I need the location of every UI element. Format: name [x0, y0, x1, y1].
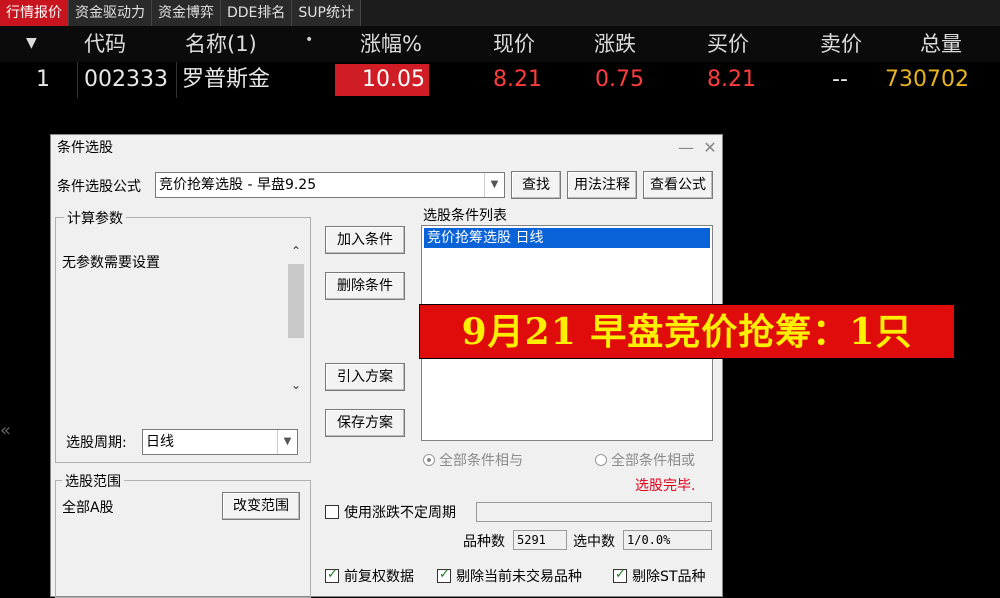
range-group-label: 选股范围 — [62, 471, 124, 491]
headline-banner: 9月21 早盘竞价抢筹：1只 — [419, 304, 955, 359]
selected-field: 1/0.0% — [623, 530, 712, 550]
delete-condition-button[interactable]: 删除条件 — [325, 272, 405, 300]
column-divider — [176, 62, 177, 98]
status-text: 选股完毕. — [635, 478, 696, 494]
params-text: 无参数需要设置 — [62, 255, 160, 271]
radio-and-label: 全部条件相与 — [439, 453, 523, 469]
row-code: 002333 — [84, 67, 168, 92]
market-tab-bar: 行情报价 资金驱动力 资金博弈 DDE排名 SUP统计 — [0, 0, 1000, 26]
save-scheme-button[interactable]: 保存方案 — [325, 409, 405, 437]
formula-label: 条件选股公式 — [57, 179, 141, 195]
adjust-label: 前复权数据 — [344, 569, 414, 585]
header-ask[interactable]: 卖价 — [820, 26, 862, 62]
header-code[interactable]: 代码 — [84, 26, 126, 62]
radio-all-and[interactable]: 全部条件相与 — [423, 450, 523, 470]
table-row[interactable]: 1 002333 罗普斯金 10.05 8.21 0.75 8.21 -- 73… — [0, 62, 1000, 98]
dialog-title: 条件选股 — [51, 135, 722, 161]
period-label: 选股周期: — [66, 435, 127, 451]
collapse-left-icon[interactable]: « — [0, 420, 11, 441]
radio-all-or[interactable]: 全部条件相或 — [595, 450, 695, 470]
header-change-pct[interactable]: 涨幅% — [360, 26, 422, 62]
count-field: 5291 — [513, 530, 567, 550]
checkbox-checked-icon — [437, 567, 451, 583]
selected-label: 选中数 — [573, 534, 615, 550]
row-price: 8.21 — [493, 67, 542, 92]
row-name: 罗普斯金 — [182, 67, 271, 92]
condition-list-label: 选股条件列表 — [423, 208, 507, 224]
header-volume[interactable]: 总量 — [920, 26, 962, 62]
checkbox-checked-icon — [325, 567, 339, 583]
period-value: 日线 — [146, 434, 174, 450]
header-dot-icon: • — [305, 32, 314, 48]
import-scheme-button[interactable]: 引入方案 — [325, 363, 405, 391]
row-change-pct: 10.05 — [335, 64, 429, 96]
variable-period-field[interactable] — [476, 502, 712, 522]
row-change: 0.75 — [595, 67, 644, 92]
variable-period-checkbox[interactable]: 使用涨跌不定周期 — [325, 502, 456, 522]
view-formula-button[interactable]: 查看公式 — [643, 171, 713, 199]
tab-fund-driver[interactable]: 资金驱动力 — [69, 0, 152, 26]
radio-empty-icon — [595, 454, 607, 466]
params-group: 计算参数 无参数需要设置 ⌃ ⌄ 选股周期: 日线 ▼ — [55, 208, 311, 463]
row-volume: 730702 — [885, 67, 969, 92]
tab-dde-rank[interactable]: DDE排名 — [221, 0, 293, 26]
params-group-label: 计算参数 — [64, 208, 126, 228]
row-bid: 8.21 — [707, 67, 756, 92]
range-value: 全部A股 — [62, 500, 114, 516]
count-label: 品种数 — [463, 534, 505, 550]
add-condition-button[interactable]: 加入条件 — [325, 226, 405, 254]
scroll-thumb[interactable] — [288, 264, 304, 338]
tab-fund-game[interactable]: 资金博弈 — [152, 0, 221, 26]
chevron-down-icon[interactable]: ▼ — [277, 430, 297, 454]
radio-or-label: 全部条件相或 — [611, 453, 695, 469]
quote-table: ▼ 代码 名称(1) • 涨幅% 现价 涨跌 买价 卖价 总量 1 002333… — [0, 26, 1000, 98]
row-ask: -- — [832, 67, 848, 92]
header-name[interactable]: 名称(1) — [185, 26, 257, 62]
sort-down-icon[interactable]: ▼ — [26, 26, 37, 62]
usage-notes-button[interactable]: 用法注释 — [567, 171, 637, 199]
tab-quotes[interactable]: 行情报价 — [0, 0, 69, 26]
exclude-untraded-label: 剔除当前未交易品种 — [456, 569, 582, 585]
radio-selected-icon — [423, 454, 435, 466]
header-bid[interactable]: 买价 — [707, 26, 749, 62]
exclude-st-checkbox[interactable]: 剔除ST品种 — [613, 566, 705, 586]
quote-table-header: ▼ 代码 名称(1) • 涨幅% 现价 涨跌 买价 卖价 总量 — [0, 26, 1000, 62]
checkbox-empty-icon — [325, 505, 339, 519]
find-button[interactable]: 查找 — [511, 171, 561, 199]
scroll-down-icon[interactable]: ⌄ — [287, 378, 305, 392]
range-group: 选股范围 全部A股 改变范围 — [55, 471, 311, 598]
change-range-button[interactable]: 改变范围 — [222, 492, 300, 520]
tab-sup-stats[interactable]: SUP统计 — [292, 0, 361, 26]
variable-period-label: 使用涨跌不定周期 — [344, 505, 456, 521]
chevron-down-icon[interactable]: ▼ — [484, 173, 504, 197]
close-icon[interactable]: ✕ — [699, 137, 721, 159]
formula-select[interactable]: 竞价抢筹选股 - 早盘9.25 ▼ — [155, 172, 505, 198]
period-select[interactable]: 日线 ▼ — [142, 429, 298, 455]
minimize-icon[interactable]: — — [675, 137, 697, 159]
header-change[interactable]: 涨跌 — [594, 26, 636, 62]
list-item[interactable]: 竞价抢筹选股 日线 — [424, 228, 710, 248]
stock-filter-dialog: 条件选股 — ✕ 条件选股公式 竞价抢筹选股 - 早盘9.25 ▼ 查找 用法注… — [50, 134, 723, 598]
formula-value: 竞价抢筹选股 - 早盘9.25 — [159, 177, 317, 193]
exclude-untraded-checkbox[interactable]: 剔除当前未交易品种 — [437, 566, 582, 586]
row-index: 1 — [36, 67, 50, 92]
header-price[interactable]: 现价 — [493, 26, 535, 62]
checkbox-checked-icon — [613, 567, 627, 583]
exclude-st-label: 剔除ST品种 — [632, 569, 706, 585]
adjust-checkbox[interactable]: 前复权数据 — [325, 566, 414, 586]
column-divider — [77, 62, 78, 98]
params-scrollbar[interactable]: ⌃ ⌄ — [287, 244, 305, 396]
scroll-up-icon[interactable]: ⌃ — [287, 244, 305, 258]
